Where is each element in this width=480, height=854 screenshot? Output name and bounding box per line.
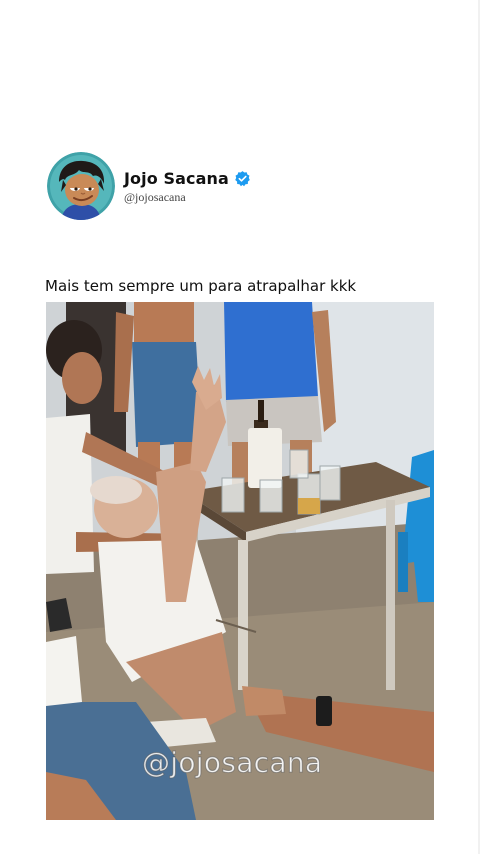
post-header: Jojo Sacana @jojosacana xyxy=(47,152,251,220)
handle[interactable]: @jojosacana xyxy=(124,190,251,205)
cartoon-boy-avatar-icon xyxy=(47,152,115,220)
avatar[interactable] xyxy=(47,152,115,220)
video-frame-illustration xyxy=(46,302,434,820)
post-caption: Mais tem sempre um para atrapalhar kkk xyxy=(45,277,357,295)
display-name[interactable]: Jojo Sacana xyxy=(124,169,229,188)
name-row: Jojo Sacana xyxy=(124,167,251,189)
verified-badge-icon xyxy=(234,170,251,187)
post-video-frame[interactable]: @jojosacana xyxy=(46,302,434,820)
author-identity: Jojo Sacana @jojosacana xyxy=(124,167,251,205)
video-watermark: @jojosacana xyxy=(141,746,323,780)
